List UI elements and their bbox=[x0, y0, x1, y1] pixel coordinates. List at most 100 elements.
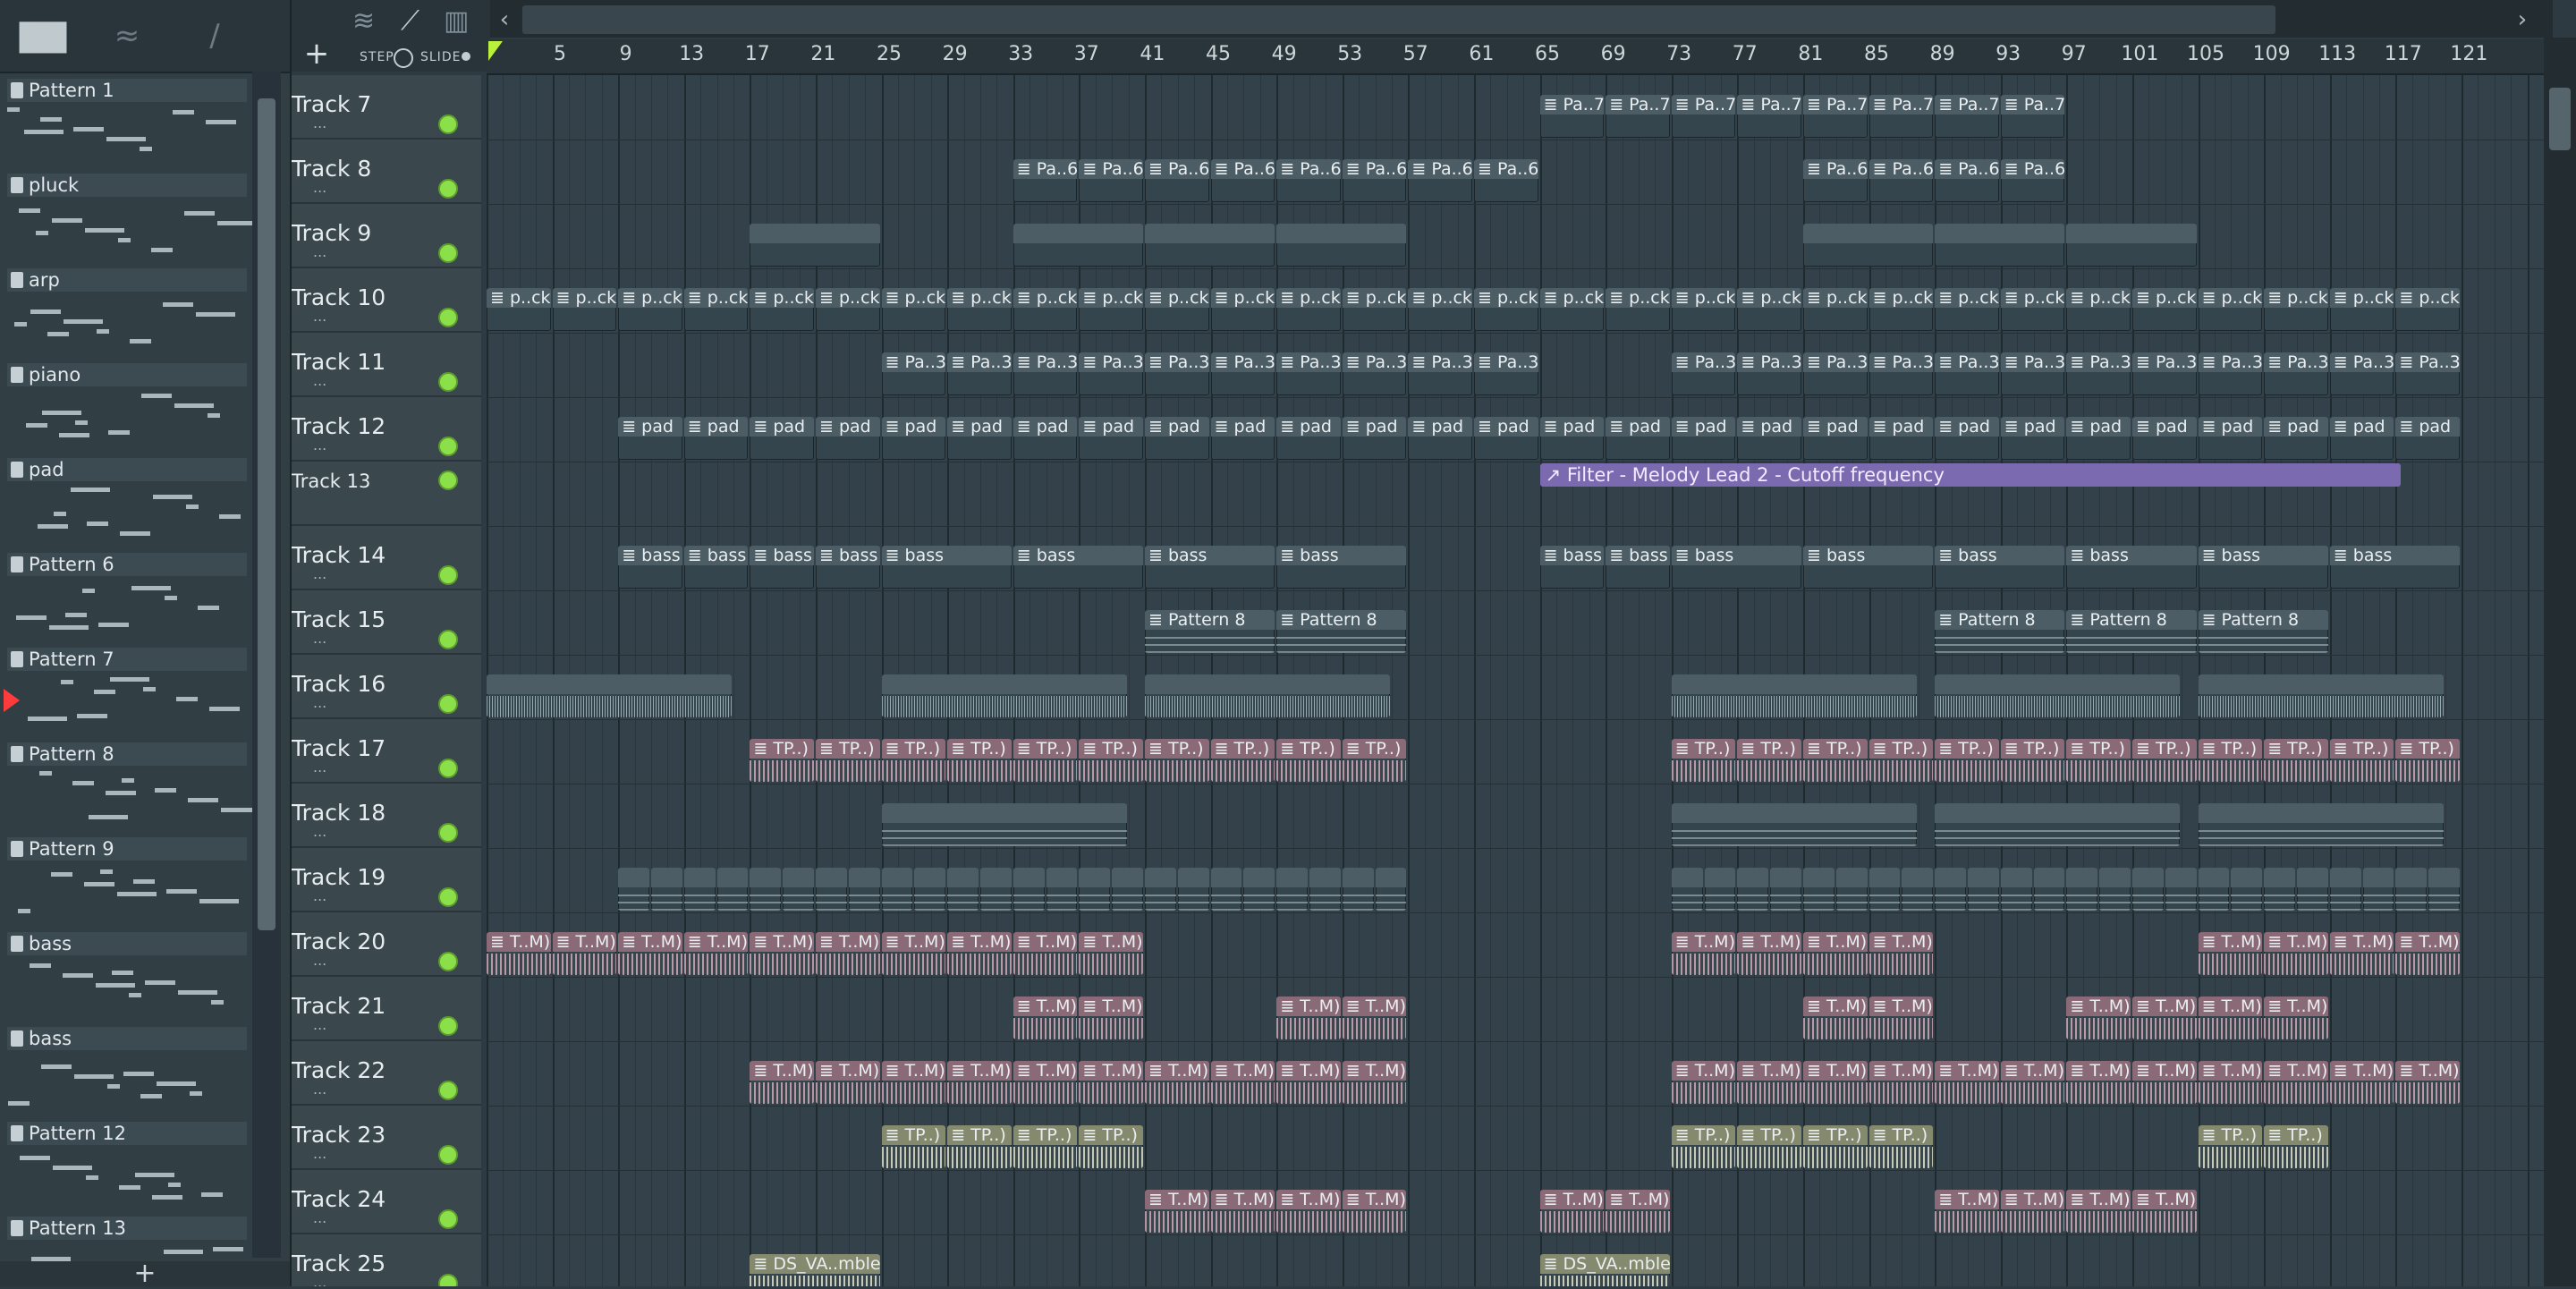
pattern-clip[interactable]: ≣ T..M) bbox=[1079, 932, 1143, 975]
pattern-clip[interactable] bbox=[914, 868, 946, 911]
pattern-clip[interactable] bbox=[1177, 868, 1209, 911]
track-header[interactable]: Track 7... bbox=[292, 75, 481, 140]
track-enable-led[interactable] bbox=[438, 1145, 458, 1165]
pattern-clip[interactable]: ≣ T..M) bbox=[1737, 932, 1801, 975]
pattern-clip[interactable]: ≣ bass bbox=[2066, 546, 2197, 589]
pattern-clip[interactable]: ≣ T..M) bbox=[816, 932, 880, 975]
pattern-clip[interactable]: ≣ TP..) bbox=[2198, 739, 2263, 782]
pattern-clip[interactable] bbox=[2000, 868, 2032, 911]
track-menu-icon[interactable]: ... bbox=[313, 887, 326, 904]
pattern-clip[interactable] bbox=[683, 868, 716, 911]
track-header[interactable]: Track 23... bbox=[292, 1106, 481, 1170]
pattern-clip[interactable]: ≣ Pattern 8 bbox=[1276, 610, 1407, 653]
pattern-clip[interactable]: ≣ T..M) bbox=[2264, 1061, 2328, 1104]
pattern-clip[interactable]: ≣ p..ck bbox=[2264, 288, 2328, 331]
pattern-clip[interactable]: ≣ T..M) bbox=[1276, 996, 1341, 1039]
pattern-clip[interactable]: ≣ Pa..3 bbox=[1145, 352, 1209, 395]
track-name[interactable]: Track 8 bbox=[292, 156, 371, 182]
track-header[interactable]: Track 21... bbox=[292, 977, 481, 1041]
pattern-clip[interactable]: ≣ p..ck bbox=[2000, 288, 2065, 331]
pattern-clip[interactable]: ≣ Pa..3 bbox=[1342, 352, 1407, 395]
pattern-clip[interactable]: ≣ T..M) bbox=[2132, 1061, 2197, 1104]
pattern-clip[interactable]: ≣ bass bbox=[1803, 546, 1934, 589]
track-header[interactable]: Track 22... bbox=[292, 1041, 481, 1106]
track-header[interactable]: Track 18... bbox=[292, 784, 481, 848]
pattern-clip[interactable] bbox=[2165, 868, 2197, 911]
pattern-clip[interactable]: ≣ pad bbox=[1803, 417, 1868, 460]
pattern-header[interactable]: bass bbox=[7, 932, 247, 955]
scroll-left-icon[interactable]: ‹ bbox=[490, 4, 519, 36]
pattern-clip[interactable]: ≣ bass bbox=[1606, 546, 1670, 589]
track-menu-icon[interactable]: ... bbox=[313, 952, 326, 969]
track-enable-led[interactable] bbox=[438, 179, 458, 199]
pattern-clip[interactable]: ≣ Pa..7 bbox=[1868, 95, 1934, 138]
pattern-clip[interactable]: ≣ Pa..3 bbox=[2395, 352, 2460, 395]
track-header[interactable]: Track 8... bbox=[292, 140, 481, 204]
track-name[interactable]: Track 24 bbox=[292, 1186, 386, 1212]
pattern-clip[interactable] bbox=[2066, 224, 2197, 267]
pattern-clip[interactable]: ≣ pad bbox=[1935, 417, 1999, 460]
pattern-clip[interactable]: ≣ Pa..3 bbox=[2198, 352, 2263, 395]
pattern-clip[interactable]: ≣ T..M) bbox=[1210, 1061, 1275, 1104]
pattern-item[interactable]: pad bbox=[0, 451, 252, 546]
pattern-clip[interactable] bbox=[1013, 868, 1045, 911]
track-menu-icon[interactable]: ... bbox=[313, 565, 326, 582]
track-menu-icon[interactable]: ... bbox=[313, 308, 326, 325]
pattern-clip[interactable] bbox=[1309, 868, 1341, 911]
track-name[interactable]: Track 21 bbox=[292, 993, 386, 1019]
pattern-clip[interactable] bbox=[2362, 868, 2394, 911]
pattern-clip[interactable] bbox=[651, 868, 682, 911]
track-menu-icon[interactable]: ... bbox=[313, 759, 326, 776]
pattern-clip[interactable]: ≣ T..M) bbox=[1868, 1061, 1934, 1104]
pattern-clip[interactable]: ≣ bass bbox=[683, 546, 749, 589]
pattern-clip[interactable]: ≣ pad bbox=[1210, 417, 1275, 460]
pattern-clip[interactable]: ≣ p..ck bbox=[2132, 288, 2197, 331]
pattern-clip[interactable]: ≣ T..M) bbox=[487, 932, 551, 975]
track-menu-icon[interactable]: ... bbox=[313, 372, 326, 389]
pattern-scrollbar[interactable] bbox=[252, 72, 281, 1258]
pattern-clip[interactable]: ≣ TP..) bbox=[1935, 739, 1999, 782]
pattern-item[interactable]: piano bbox=[0, 356, 252, 451]
track-menu-icon[interactable]: ... bbox=[313, 1274, 326, 1286]
track-menu-icon[interactable]: ... bbox=[313, 179, 326, 196]
pattern-clip[interactable]: ≣ pad bbox=[1408, 417, 1472, 460]
pattern-clip[interactable]: ≣ T..M) bbox=[1803, 932, 1868, 975]
pattern-clip[interactable] bbox=[1671, 868, 1703, 911]
pattern-clip[interactable]: ≣ Pa..6 bbox=[1079, 159, 1143, 202]
pattern-clip[interactable]: ≣ Pa..3 bbox=[1737, 352, 1801, 395]
pattern-clip[interactable]: ≣ T..M) bbox=[1079, 996, 1143, 1039]
pattern-item[interactable]: Pattern 6 bbox=[0, 546, 252, 640]
pattern-clip[interactable]: ≣ T..M) bbox=[1935, 1190, 1999, 1233]
pattern-clip[interactable]: ≣ p..ck bbox=[1342, 288, 1407, 331]
pattern-clip[interactable]: ≣ pad bbox=[2264, 417, 2328, 460]
pattern-clip[interactable]: ≣ p..ck bbox=[1539, 288, 1605, 331]
track-name[interactable]: Track 23 bbox=[292, 1122, 386, 1148]
track-header[interactable]: Track 15... bbox=[292, 590, 481, 655]
pattern-clip[interactable]: ≣ Pa..7 bbox=[1803, 95, 1868, 138]
pattern-clip[interactable]: ≣ T..M) bbox=[1013, 996, 1078, 1039]
pattern-clip[interactable] bbox=[2198, 674, 2444, 717]
pattern-header[interactable]: Pattern 8 bbox=[7, 742, 247, 766]
track-menu-icon[interactable]: ... bbox=[313, 1145, 326, 1162]
pattern-clip[interactable]: ≣ TP..) bbox=[1868, 1125, 1934, 1168]
pattern-clip[interactable]: ≣ Pa..6 bbox=[1210, 159, 1275, 202]
pattern-clip[interactable]: ≣ Pa..3 bbox=[1474, 352, 1538, 395]
pattern-item[interactable]: bass bbox=[0, 925, 252, 1020]
pattern-item[interactable]: Pattern 1 bbox=[0, 72, 252, 166]
pattern-clip[interactable]: ≣ Pa..3 bbox=[1079, 352, 1143, 395]
pattern-clip[interactable]: ≣ bass bbox=[1276, 546, 1407, 589]
pattern-clip[interactable]: ≣ p..ck bbox=[1474, 288, 1538, 331]
track-name[interactable]: Track 15 bbox=[292, 606, 386, 632]
pattern-clip[interactable]: ≣ p..ck bbox=[487, 288, 551, 331]
pattern-clip[interactable]: ≣ TP..) bbox=[1013, 1125, 1078, 1168]
track-enable-led[interactable] bbox=[438, 694, 458, 714]
pattern-clip[interactable]: ≣ Pattern 8 bbox=[1935, 610, 2065, 653]
pattern-clip[interactable]: ≣ Pa..7 bbox=[1671, 95, 1736, 138]
pattern-item[interactable]: bass bbox=[0, 1020, 252, 1115]
slide-toggle[interactable] bbox=[462, 52, 470, 61]
pattern-clip[interactable]: ≣ Pa..7 bbox=[2000, 95, 2065, 138]
overview-scroll-track[interactable] bbox=[522, 5, 2275, 34]
pattern-clip[interactable]: ≣ T..M) bbox=[2264, 932, 2328, 975]
pattern-header[interactable]: pad bbox=[7, 458, 247, 481]
pattern-clip[interactable]: ≣ T..M) bbox=[2132, 1190, 2197, 1233]
